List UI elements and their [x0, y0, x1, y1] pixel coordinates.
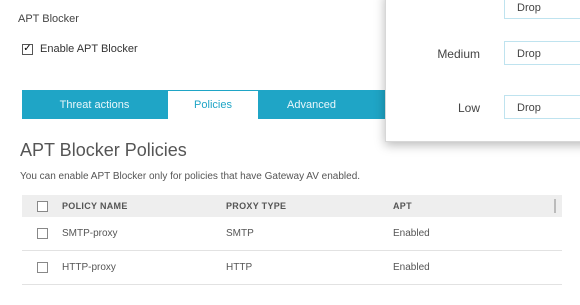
enable-apt-blocker-row[interactable]: ✓ Enable APT Blocker: [22, 43, 138, 55]
apt-status-cell: Enabled: [393, 228, 430, 239]
row-checkbox[interactable]: [36, 262, 48, 273]
threat-actions-popup: Drop Medium Drop Low Drop: [385, 0, 580, 142]
tab-advanced[interactable]: Advanced: [259, 90, 364, 119]
tab-bar: Threat actions Policies Advanced: [22, 90, 397, 119]
column-header-apt[interactable]: APT: [393, 201, 553, 211]
policies-note: You can enable APT Blocker only for poli…: [20, 171, 361, 182]
threat-level-row-high: Drop: [386, 0, 580, 25]
apt-status-cell: Enabled: [393, 262, 430, 273]
proxy-type-cell: SMTP: [226, 228, 254, 239]
section-title: APT Blocker: [18, 13, 79, 25]
column-resize-handle[interactable]: [554, 199, 556, 213]
row-checkbox[interactable]: [36, 228, 48, 239]
table-row[interactable]: SMTP-proxy SMTP Enabled: [22, 217, 562, 251]
threat-action-select[interactable]: Drop: [504, 95, 580, 119]
proxy-type-cell: HTTP: [226, 262, 253, 273]
threat-action-select[interactable]: Drop: [504, 0, 580, 19]
select-all-checkbox[interactable]: [36, 200, 48, 212]
column-header-proxy-type[interactable]: PROXY TYPE: [226, 201, 393, 211]
threat-level-label: Medium: [437, 47, 480, 61]
column-header-policy-name[interactable]: POLICY NAME: [62, 201, 226, 211]
table-row[interactable]: HTTP-proxy HTTP Enabled: [22, 251, 562, 285]
tab-threat-actions[interactable]: Threat actions: [22, 90, 167, 119]
tab-policies[interactable]: Policies: [167, 90, 259, 119]
policies-table: POLICY NAME PROXY TYPE APT SMTP-proxy SM…: [22, 195, 562, 285]
enable-apt-blocker-label: Enable APT Blocker: [40, 43, 138, 55]
enable-apt-blocker-checkbox[interactable]: ✓: [22, 43, 33, 55]
table-header: POLICY NAME PROXY TYPE APT: [22, 195, 562, 217]
threat-level-row-medium: Medium Drop: [386, 41, 580, 71]
threat-level-label: Low: [457, 101, 480, 115]
policies-heading: APT Blocker Policies: [20, 140, 187, 160]
threat-level-row-low: Low Drop: [386, 95, 580, 125]
policy-name-cell: HTTP-proxy: [62, 262, 116, 273]
policy-name-cell: SMTP-proxy: [62, 228, 118, 239]
threat-action-select[interactable]: Drop: [504, 41, 580, 65]
